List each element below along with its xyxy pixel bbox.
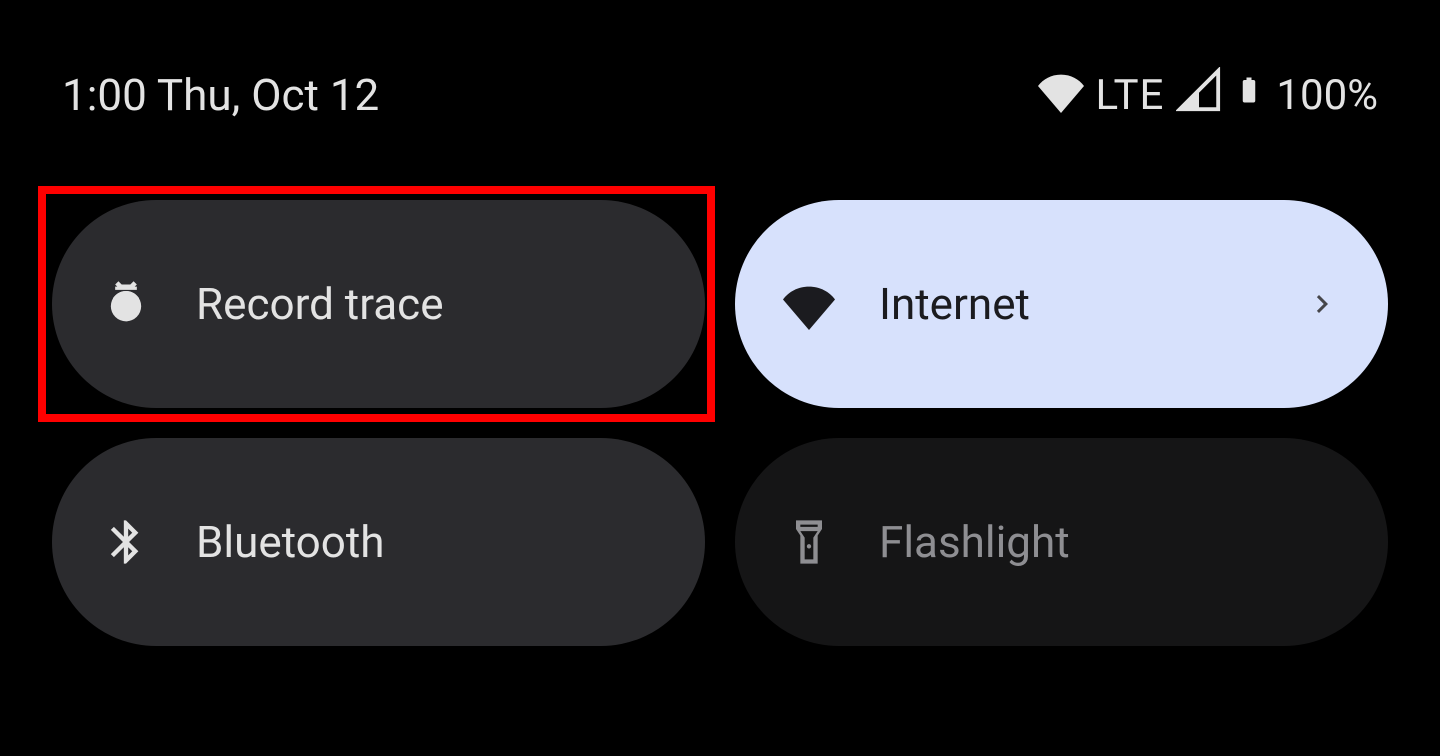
- wifi-icon: [783, 278, 835, 330]
- flashlight-icon: [783, 516, 835, 568]
- tile-wrapper: Bluetooth: [52, 438, 705, 646]
- battery-icon: [1234, 68, 1264, 123]
- tile-label: Record trace: [196, 278, 657, 330]
- bug-icon: [100, 278, 152, 330]
- chevron-right-icon: [1304, 286, 1340, 322]
- tile-wrapper: Internet: [735, 200, 1388, 408]
- tile-internet[interactable]: Internet: [735, 200, 1388, 408]
- status-datetime: 1:00 Thu, Oct 12: [62, 69, 379, 121]
- status-bar: 1:00 Thu, Oct 12 LTE 100%: [0, 0, 1440, 130]
- status-indicators: LTE 100%: [1038, 67, 1379, 124]
- wifi-icon: [1038, 67, 1084, 124]
- tile-bluetooth[interactable]: Bluetooth: [52, 438, 705, 646]
- tile-record-trace[interactable]: Record trace: [52, 200, 705, 408]
- bluetooth-icon: [100, 516, 152, 568]
- battery-percent: 100%: [1276, 71, 1378, 120]
- signal-icon: [1176, 67, 1222, 124]
- tile-label: Bluetooth: [196, 516, 657, 568]
- network-label: LTE: [1096, 71, 1165, 120]
- tiles-grid: Record trace Internet Bluetooth: [52, 200, 1388, 646]
- tile-label: Flashlight: [879, 516, 1340, 568]
- tile-label: Internet: [879, 278, 1260, 330]
- tile-flashlight[interactable]: Flashlight: [735, 438, 1388, 646]
- tile-wrapper: Flashlight: [735, 438, 1388, 646]
- tile-wrapper: Record trace: [52, 200, 705, 408]
- quick-settings-panel: Record trace Internet Bluetooth: [0, 130, 1440, 646]
